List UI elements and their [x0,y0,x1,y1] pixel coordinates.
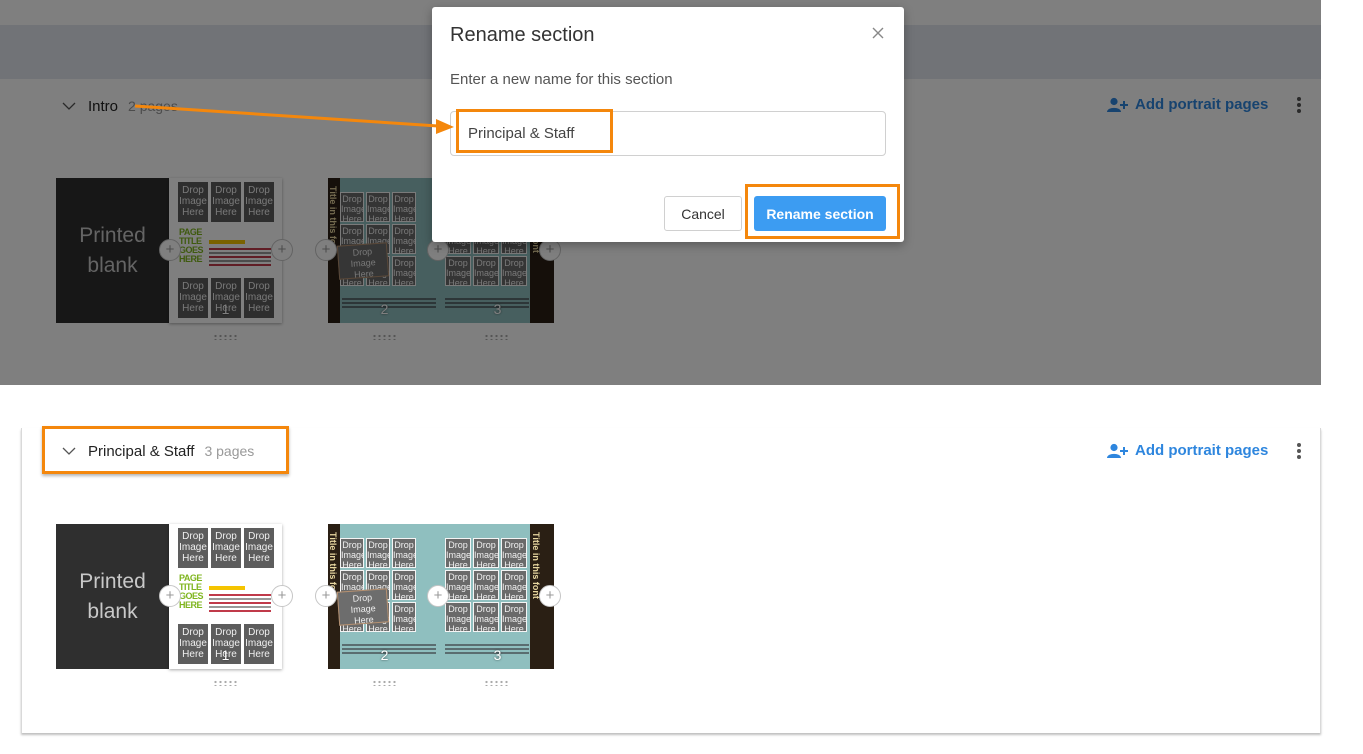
image-drop-zone[interactable]: DropImageHere [392,538,416,568]
dialog-title: Rename section [450,24,595,46]
more-vertical-icon[interactable] [1296,443,1302,461]
add-page-icon[interactable]: + [539,585,561,607]
add-page-icon[interactable]: + [315,585,337,607]
image-drop-zone[interactable]: DropImageHere [178,528,208,568]
image-drop-zone[interactable]: DropImageHere [392,570,416,600]
input-highlight-box [456,109,613,153]
page-number: 3 [493,647,502,663]
page-2[interactable]: Title in this font DropImageHere DropIma… [328,524,441,669]
body-text-placeholder [209,586,271,614]
page-1[interactable]: DropImageHere DropImageHere DropImageHer… [169,524,282,669]
image-drop-zone[interactable]: DropImageHere [473,602,499,632]
add-page-icon[interactable]: + [271,585,293,607]
page-number: 2 [380,647,389,663]
blank-text-line1: Printed [79,569,146,593]
image-drop-zone[interactable]: DropImageHere [445,602,471,632]
add-portrait-pages-label: Add portrait pages [1135,442,1269,459]
spread-1[interactable]: Printed blank DropImageHere DropImageHere… [56,524,293,686]
image-drop-zone[interactable]: DropImageHere [473,538,499,568]
rename-button-highlight-box [745,184,900,239]
page-number: 1 [221,647,230,663]
page-title-placeholder: PAGE TITLE GOES HERE [179,573,204,610]
page-spreads: Printed blank DropImageHere DropImageHere… [56,524,576,694]
page-3[interactable]: Title in this font DropImageHere DropIma… [441,524,554,669]
image-drop-zone[interactable]: DropImageHere [366,538,390,568]
add-portrait-pages-button[interactable]: Add portrait pages [1107,442,1268,459]
image-drop-zone[interactable]: DropImageHere [501,538,527,568]
drag-handle-icon[interactable] [484,680,508,686]
image-drop-zone[interactable]: DropImageHere [211,528,241,568]
add-page-icon[interactable]: + [427,585,449,607]
dialog-description: Enter a new name for this section [450,71,673,88]
side-title-art: Title in this font [533,532,541,599]
printed-blank-page: Printed blank [56,524,169,669]
close-icon[interactable] [870,25,886,41]
cancel-button[interactable]: Cancel [664,196,742,231]
add-page-icon[interactable]: + [159,585,181,607]
section-header-highlight-box [42,426,289,474]
drop-zone-row-top: DropImageHere DropImageHere DropImageHer… [178,528,274,568]
image-drop-zone[interactable]: DropImageHere [501,570,527,600]
add-person-icon [1107,443,1128,458]
blank-text-line2: blank [87,599,138,623]
image-drop-zone[interactable]: DropImageHere [244,528,274,568]
drag-handle-icon[interactable] [213,680,237,686]
spread-2[interactable]: Title in this font DropImageHere DropIma… [315,524,561,686]
image-drop-zone[interactable]: DropImageHere [473,570,499,600]
image-drop-zone[interactable]: DropImageHere [501,602,527,632]
drag-handle-icon[interactable] [372,680,396,686]
image-drop-zone[interactable]: DropImageHere [340,538,364,568]
drop-zone-grid: DropImageHere DropImageHere DropImageHer… [445,538,527,632]
image-drop-zone[interactable]: DropImageHere [392,602,416,632]
photo-placeholder[interactable]: DropImageHere [336,588,390,626]
image-drop-zone[interactable]: DropImageHere [445,538,471,568]
